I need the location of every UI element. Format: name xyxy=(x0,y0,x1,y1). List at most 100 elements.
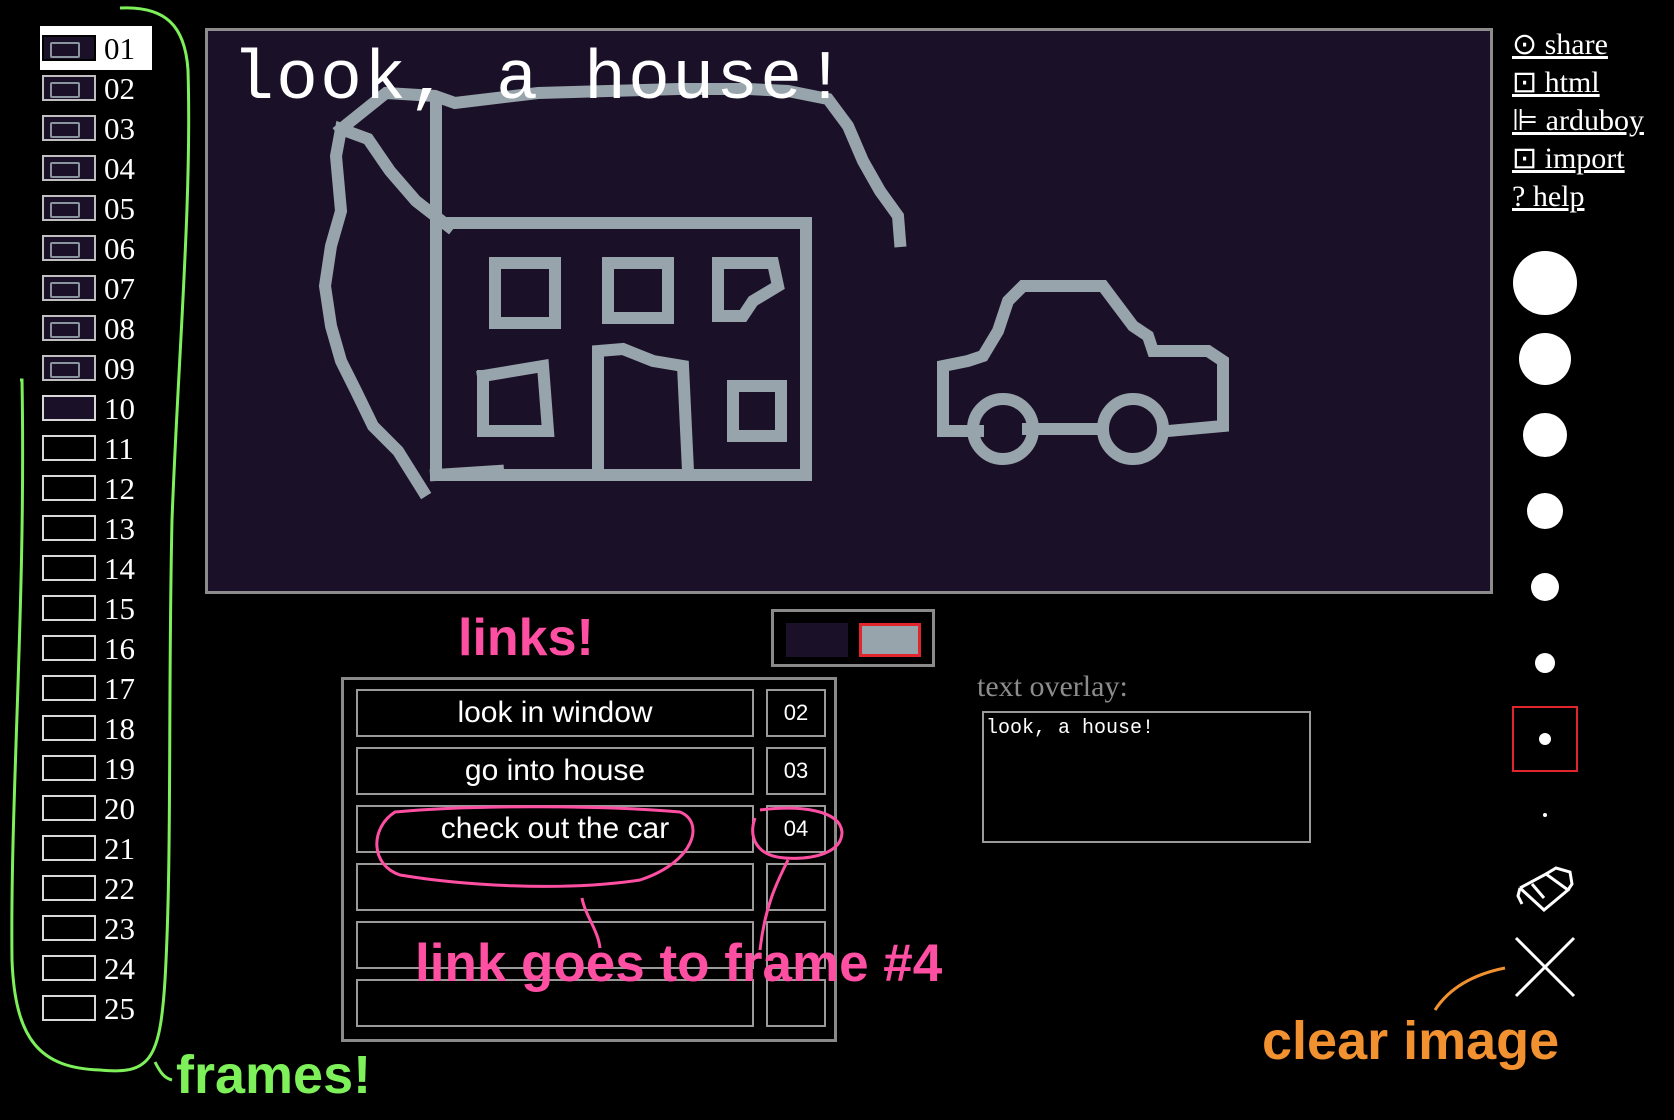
house-window-3 xyxy=(712,257,785,322)
frame-item-22[interactable]: 22 xyxy=(42,868,150,908)
color-picker xyxy=(771,609,935,667)
frame-number: 23 xyxy=(104,910,135,946)
frame-number: 07 xyxy=(104,270,135,306)
link-target-field[interactable]: 02 xyxy=(766,689,826,737)
frame-number: 04 xyxy=(104,150,135,186)
frame-thumbnail xyxy=(42,195,96,221)
frame-item-15[interactable]: 15 xyxy=(42,588,150,628)
house-window-4 xyxy=(476,359,555,437)
frame-thumbnail xyxy=(42,595,96,621)
brush-size-1[interactable] xyxy=(1512,250,1578,316)
frame-item-12[interactable]: 12 xyxy=(42,468,150,508)
clear-image-button[interactable] xyxy=(1512,934,1578,1000)
frame-item-03[interactable]: 03 xyxy=(42,108,150,148)
house-base-line xyxy=(429,464,505,482)
app-root: 01 02 03 04 05 06 07 08 09 10 11 12 13 1… xyxy=(0,0,1674,1120)
brush-size-5[interactable] xyxy=(1512,554,1578,620)
frame-number: 15 xyxy=(104,590,135,626)
brush-size-6[interactable] xyxy=(1512,630,1578,696)
frame-item-01[interactable]: 01 xyxy=(40,26,152,70)
frames-annotation: frames! xyxy=(176,1045,372,1105)
link-target-field[interactable]: 04 xyxy=(766,805,826,853)
frame-item-23[interactable]: 23 xyxy=(42,908,150,948)
clear-image-annotation: clear image xyxy=(1262,1011,1560,1071)
brush-size-2[interactable] xyxy=(1512,326,1578,392)
text-overlay-input[interactable]: look, a house! xyxy=(982,711,1311,843)
frame-thumbnail xyxy=(42,715,96,741)
frame-thumbnail xyxy=(42,875,96,901)
main-menu: ⊙ share ⊡ html ⊫ arduboy ⊡ import ? help xyxy=(1512,26,1644,216)
share-link[interactable]: ⊙ share xyxy=(1512,26,1644,64)
brush-size-3[interactable] xyxy=(1512,402,1578,468)
house-window-5 xyxy=(727,380,787,442)
frame-item-25[interactable]: 25 xyxy=(42,988,150,1028)
frame-item-24[interactable]: 24 xyxy=(42,948,150,988)
frame-number: 09 xyxy=(104,350,135,386)
frame-number: 11 xyxy=(104,430,134,466)
link-text-field[interactable]: go into house xyxy=(356,747,754,795)
html-link[interactable]: ⊡ html xyxy=(1512,64,1644,102)
frame-item-10[interactable]: 10 xyxy=(42,388,150,428)
help-link[interactable]: ? help xyxy=(1512,178,1644,216)
frame-item-19[interactable]: 19 xyxy=(42,748,150,788)
house-window-1 xyxy=(489,257,561,329)
arduboy-link[interactable]: ⊫ arduboy xyxy=(1512,102,1644,140)
frame-number: 25 xyxy=(104,990,135,1026)
clear-x-icon xyxy=(1514,936,1576,998)
frame-item-06[interactable]: 06 xyxy=(42,228,150,268)
frame-thumbnail xyxy=(42,555,96,581)
fill-tool-button[interactable] xyxy=(1512,858,1578,924)
link-row: look in window 02 xyxy=(356,689,828,737)
color-swatch-light[interactable] xyxy=(859,623,921,657)
frame-item-16[interactable]: 16 xyxy=(42,628,150,668)
frame-item-02[interactable]: 02 xyxy=(42,68,150,108)
link-target-field[interactable] xyxy=(766,863,826,911)
brush-dot-icon xyxy=(1519,333,1571,385)
frame-number: 17 xyxy=(104,670,135,706)
brush-size-7[interactable] xyxy=(1512,706,1578,772)
brush-size-8[interactable] xyxy=(1512,782,1578,848)
frame-item-13[interactable]: 13 xyxy=(42,508,150,548)
brush-dot-icon xyxy=(1513,251,1577,315)
frame-item-04[interactable]: 04 xyxy=(42,148,150,188)
frame-number: 02 xyxy=(104,70,135,106)
frame-item-08[interactable]: 08 xyxy=(42,308,150,348)
frame-thumbnail xyxy=(42,435,96,461)
frame-thumbnail xyxy=(42,235,96,261)
frame-thumbnail xyxy=(42,155,96,181)
frame-number: 14 xyxy=(104,550,135,586)
frame-item-18[interactable]: 18 xyxy=(42,708,150,748)
frame-list: 01 02 03 04 05 06 07 08 09 10 11 12 13 1… xyxy=(40,26,152,1028)
frames-pointer-annotation xyxy=(153,1061,173,1082)
import-link[interactable]: ⊡ import xyxy=(1512,140,1644,178)
frame-number: 24 xyxy=(104,950,135,986)
frame-number: 03 xyxy=(104,110,135,146)
frame-number: 19 xyxy=(104,750,135,786)
frame-item-11[interactable]: 11 xyxy=(42,428,150,468)
frame-number: 10 xyxy=(104,390,135,426)
frame-item-20[interactable]: 20 xyxy=(42,788,150,828)
frame-thumbnail xyxy=(42,35,96,61)
frame-number: 12 xyxy=(104,470,135,506)
frame-thumbnail xyxy=(42,915,96,941)
frame-item-09[interactable]: 09 xyxy=(42,348,150,388)
frame-number: 22 xyxy=(104,870,135,906)
clear-pointer-annotation xyxy=(1433,966,1506,1011)
brush-size-4[interactable] xyxy=(1512,478,1578,544)
frame-item-14[interactable]: 14 xyxy=(42,548,150,588)
frame-item-07[interactable]: 07 xyxy=(42,268,150,308)
frame-item-17[interactable]: 17 xyxy=(42,668,150,708)
frame-thumbnail xyxy=(42,955,96,981)
frame-number: 16 xyxy=(104,630,135,666)
link-text-field[interactable]: look in window xyxy=(356,689,754,737)
frame-thumbnail xyxy=(42,395,96,421)
frame-item-21[interactable]: 21 xyxy=(42,828,150,868)
link-target-field[interactable]: 03 xyxy=(766,747,826,795)
frame-thumbnail xyxy=(42,635,96,661)
link-row xyxy=(356,863,828,911)
link-text-field[interactable] xyxy=(356,863,754,911)
frame-item-05[interactable]: 05 xyxy=(42,188,150,228)
drawing-canvas[interactable]: look, a house! xyxy=(205,28,1493,594)
color-swatch-dark[interactable] xyxy=(786,623,848,657)
link-text-field[interactable]: check out the car xyxy=(356,805,754,853)
